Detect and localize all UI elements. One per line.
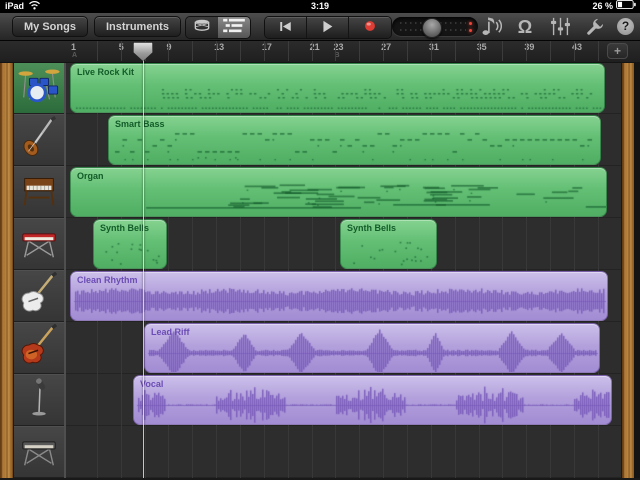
ruler-division	[359, 40, 360, 61]
ruler-division	[335, 40, 336, 61]
tracks-icon	[223, 18, 245, 38]
drum-icon	[192, 18, 212, 38]
region-label: Synth Bells	[347, 223, 396, 233]
midi-pattern	[109, 116, 601, 165]
add-section-button[interactable]: +	[607, 43, 628, 59]
arrangement-workspace: Live Rock Kit Smart Bass Organ Synth Bells S…	[0, 62, 640, 480]
ruler-division	[479, 40, 480, 61]
play-button[interactable]	[307, 17, 349, 38]
instrument-view-button[interactable]	[186, 17, 218, 38]
ruler-division	[288, 40, 289, 61]
bass-guitar-icon	[18, 116, 60, 163]
track-header-drum-kit[interactable]	[14, 62, 64, 114]
ruler-division	[168, 40, 169, 61]
rewind-icon	[278, 20, 293, 35]
audio-pattern	[134, 376, 612, 425]
clock: 3:19	[0, 0, 640, 13]
red-electric-guitar-icon	[18, 324, 60, 371]
tracks-grid: Live Rock Kit Smart Bass Organ Synth Bells S…	[64, 62, 623, 480]
track-header-red-electric-guitar[interactable]	[14, 322, 64, 374]
audio-pattern	[145, 324, 600, 373]
instruments-button[interactable]: Instruments	[94, 16, 181, 37]
ruler-bar-label: 1	[71, 42, 76, 52]
ruler-division	[502, 40, 503, 61]
loop-browser-icon[interactable]: Ω	[512, 15, 538, 38]
red-synth-keyboard-icon	[18, 220, 60, 267]
drum-kit-icon	[18, 64, 60, 111]
region-label: Lead Riff	[151, 327, 190, 337]
level-led	[469, 29, 472, 32]
track-header-dark-keyboard[interactable]	[14, 426, 64, 478]
timeline-ruler[interactable]: 1A5913172123B2731353943 +	[0, 40, 640, 63]
ruler-division	[121, 40, 122, 61]
ruler-division	[97, 40, 98, 61]
view-toggle	[185, 16, 251, 39]
status-bar: iPad 3:19 26 %	[0, 0, 640, 13]
region-lead-riff[interactable]: Lead Riff	[144, 323, 600, 373]
track-header-column	[14, 62, 64, 480]
ruler-division	[431, 40, 432, 61]
ruler-division	[574, 40, 575, 61]
region-clean-rhythm[interactable]: Clean Rhythm	[70, 271, 608, 321]
wood-trim-right	[621, 62, 634, 480]
garageband-app: iPad 3:19 26 % My Songs Instruments	[0, 0, 640, 480]
midi-pattern	[71, 64, 605, 113]
level-led	[469, 22, 472, 25]
volume-slider[interactable]	[392, 17, 478, 36]
ruler-division	[526, 40, 527, 61]
toolbar: My Songs Instruments	[0, 13, 640, 41]
region-label: Smart Bass	[115, 119, 165, 129]
settings-wrench-icon[interactable]	[582, 15, 608, 38]
microphone-icon	[18, 376, 60, 423]
region-label: Organ	[77, 171, 104, 181]
region-vocal[interactable]: Vocal	[133, 375, 612, 425]
record-button[interactable]	[349, 17, 391, 38]
region-synth-bells[interactable]: Synth Bells	[93, 219, 167, 269]
playhead[interactable]	[143, 58, 145, 480]
track-header-bass-guitar[interactable]	[14, 114, 64, 166]
ruler-division	[455, 40, 456, 61]
ruler-division	[264, 40, 265, 61]
tracks-view-button[interactable]	[218, 17, 250, 38]
white-electric-guitar-icon	[18, 272, 60, 319]
section-marker: A	[72, 52, 77, 59]
region-label: Live Rock Kit	[77, 67, 134, 77]
rewind-button[interactable]	[265, 17, 307, 38]
volume-knob[interactable]	[422, 18, 442, 38]
record-icon	[363, 19, 377, 36]
track-header-microphone[interactable]	[14, 374, 64, 426]
region-label: Clean Rhythm	[77, 275, 138, 285]
ruler-division	[192, 40, 193, 61]
dark-keyboard-icon	[18, 428, 60, 475]
audio-pattern	[71, 272, 608, 321]
apple-loops-icon[interactable]	[477, 15, 503, 38]
region-smart-bass[interactable]: Smart Bass	[108, 115, 601, 165]
ruler-division	[312, 40, 313, 61]
my-songs-button[interactable]: My Songs	[12, 16, 88, 37]
wood-trim-left	[0, 62, 14, 480]
region-live-rock-kit[interactable]: Live Rock Kit	[70, 63, 605, 113]
help-button[interactable]: ?	[617, 18, 634, 35]
battery-icon	[616, 0, 636, 13]
organ-icon	[18, 168, 60, 215]
battery-percent: 26 %	[592, 0, 613, 13]
transport-controls	[264, 16, 392, 39]
ruler-division	[550, 40, 551, 61]
region-organ[interactable]: Organ	[70, 167, 607, 217]
track-header-red-synth-keyboard[interactable]	[14, 218, 64, 270]
region-synth-bells[interactable]: Synth Bells	[340, 219, 437, 269]
ruler-division	[407, 40, 408, 61]
mixer-icon[interactable]	[547, 15, 573, 38]
ruler-division	[383, 40, 384, 61]
ruler-division	[240, 40, 241, 61]
ruler-division	[598, 40, 599, 61]
track-header-white-electric-guitar[interactable]	[14, 270, 64, 322]
toolbar-right-icons: Ω ?	[477, 15, 634, 38]
track-header-organ[interactable]	[14, 166, 64, 218]
midi-pattern	[71, 168, 607, 217]
grid-line	[97, 62, 98, 478]
ruler-division	[216, 40, 217, 61]
play-icon	[321, 20, 334, 36]
right-edge-panel	[633, 62, 640, 480]
